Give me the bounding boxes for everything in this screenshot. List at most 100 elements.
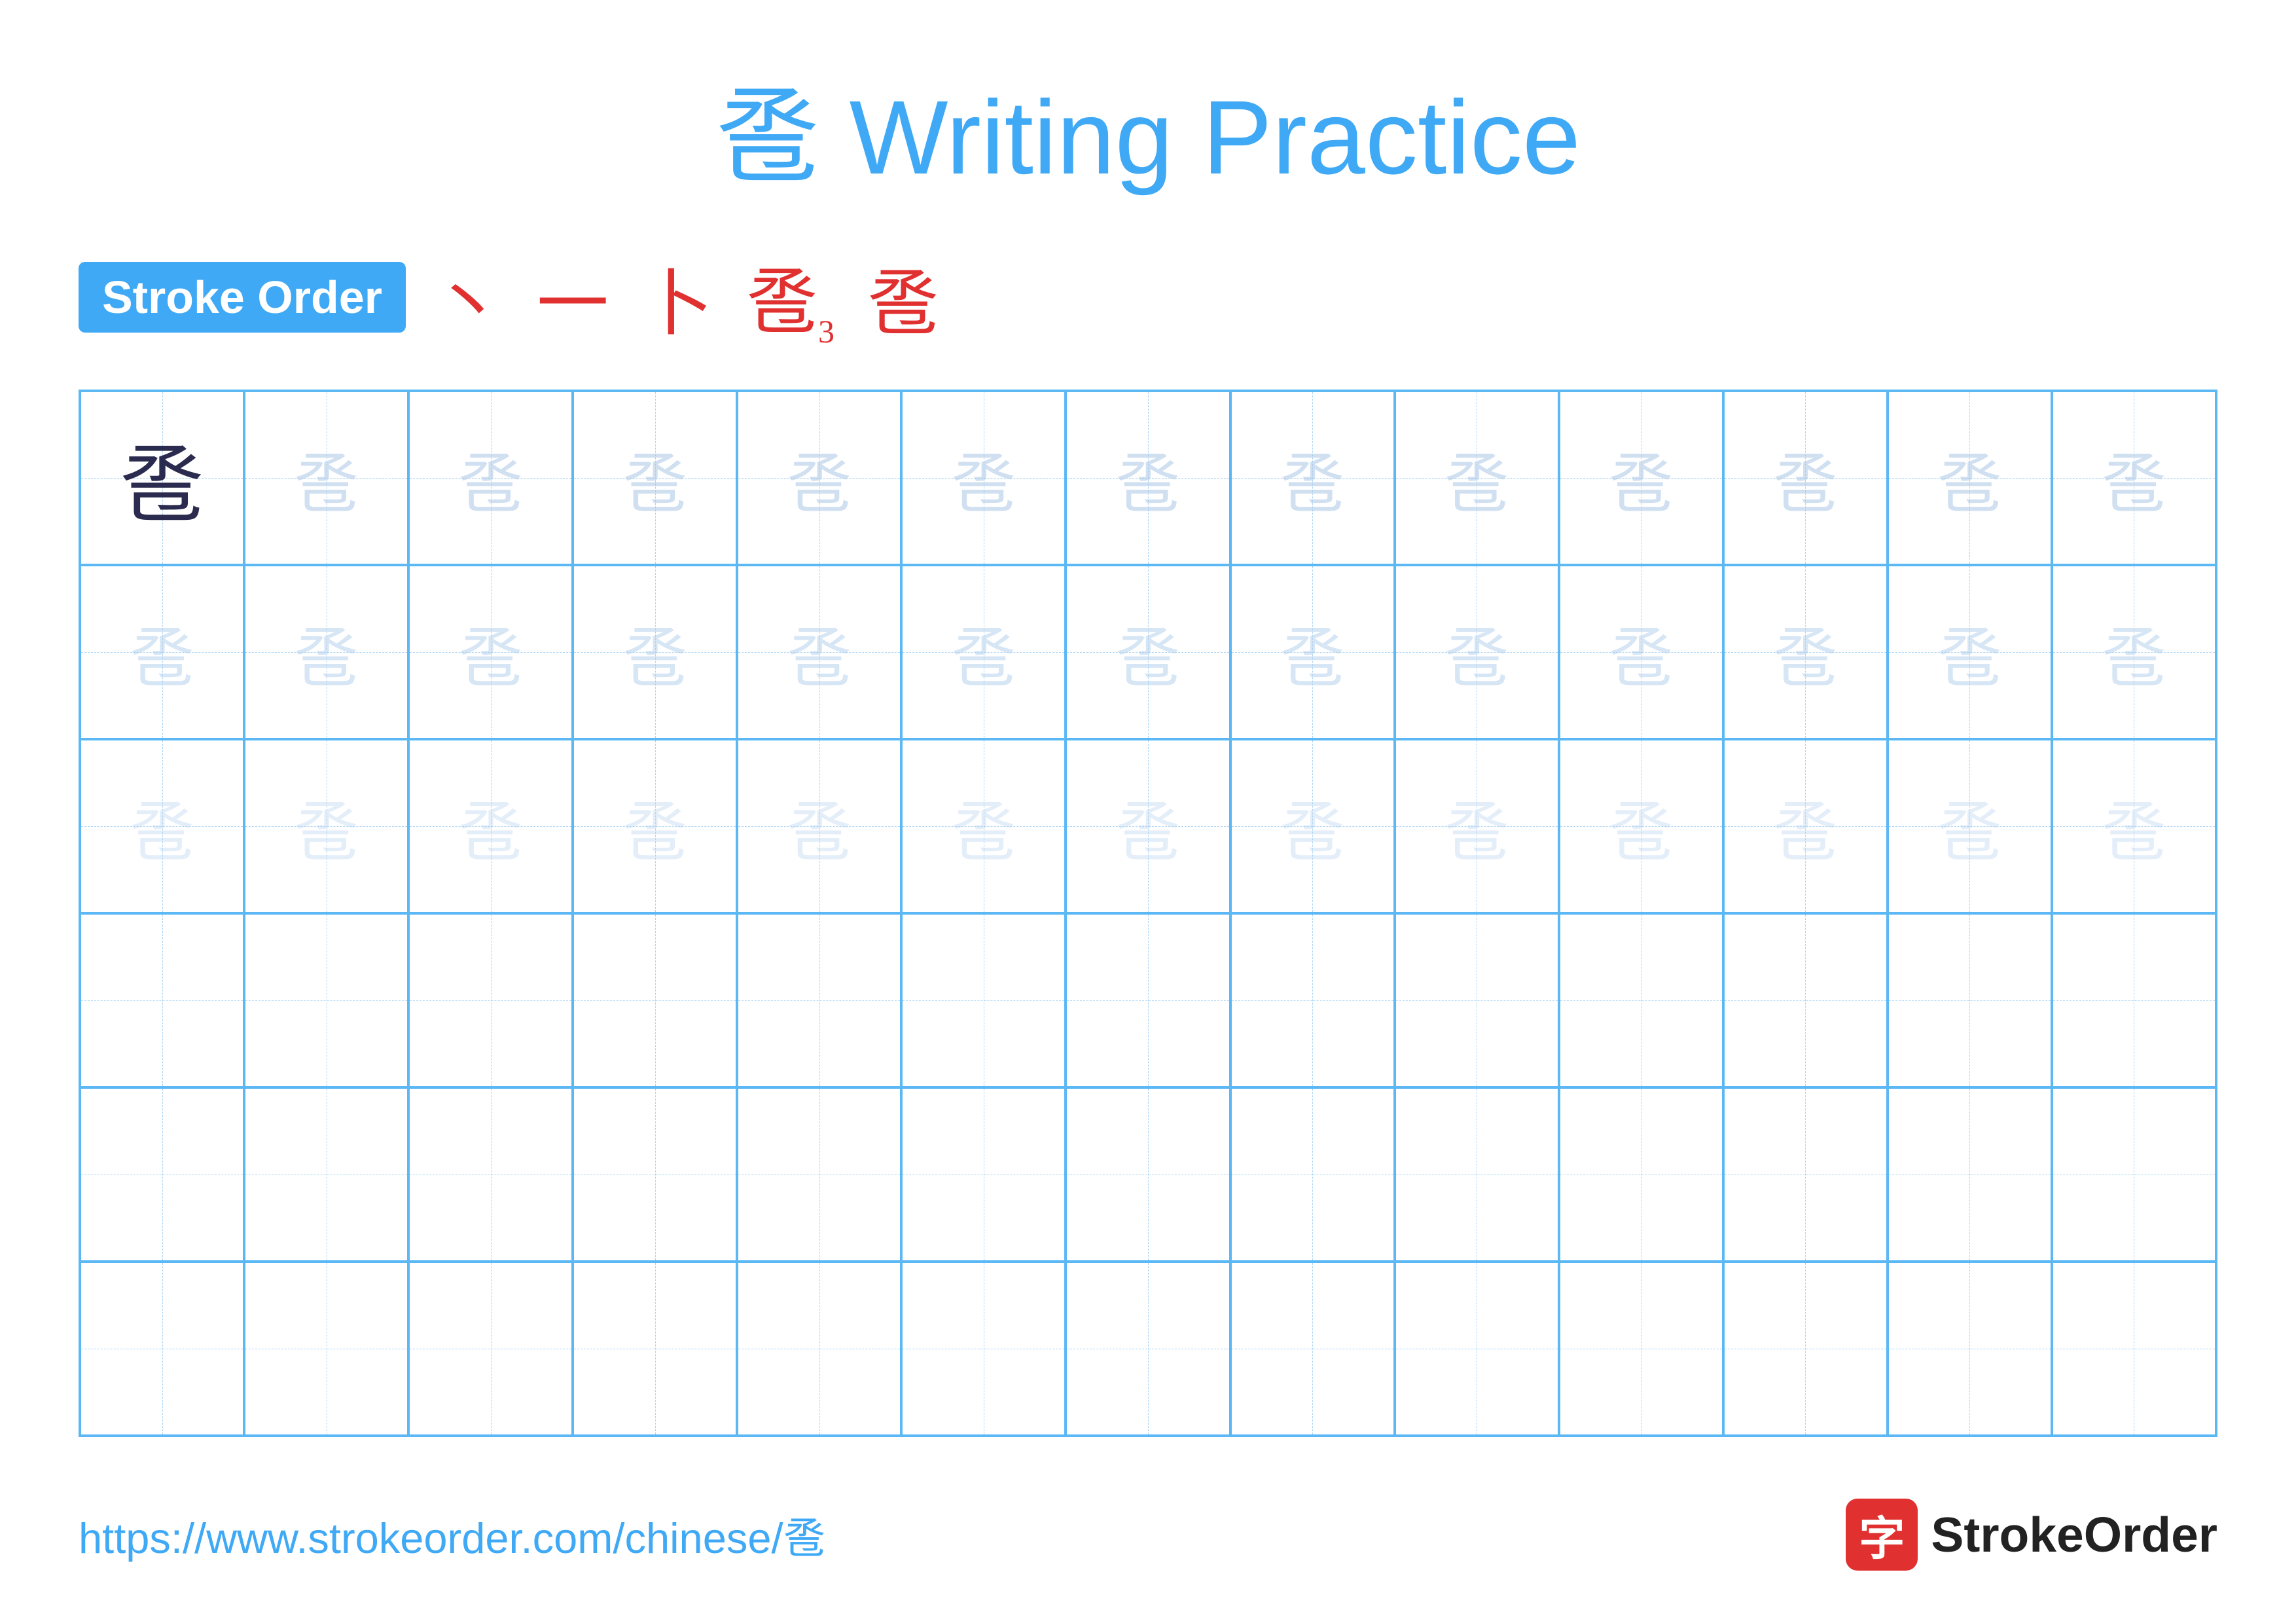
grid-cell[interactable] [244, 1087, 408, 1262]
grid-cell[interactable]: 卺 [901, 391, 1066, 565]
grid-cell[interactable] [1230, 1262, 1395, 1436]
grid-cell[interactable] [80, 1087, 244, 1262]
grid-cell[interactable]: 卺 [1066, 565, 1230, 739]
grid-cell[interactable]: 卺 [80, 565, 244, 739]
grid-cell[interactable] [573, 1262, 737, 1436]
grid-cell[interactable]: 卺 [737, 565, 901, 739]
grid-cell[interactable] [573, 913, 737, 1087]
grid-cell[interactable] [901, 1087, 1066, 1262]
grid-cell[interactable] [901, 913, 1066, 1087]
grid-cell[interactable]: 卺 [1723, 565, 1888, 739]
grid-cell[interactable] [1723, 1087, 1888, 1262]
grid-cell[interactable]: 卺 [573, 739, 737, 913]
grid-cell[interactable] [1723, 913, 1888, 1087]
ghost-char: 卺 [1115, 431, 1181, 526]
grid-cell[interactable]: 卺 [1559, 391, 1723, 565]
grid-cell[interactable] [1066, 1087, 1230, 1262]
grid-cell[interactable]: 卺 [408, 565, 573, 739]
grid-cell[interactable] [80, 1262, 244, 1436]
ghost-char: 卺 [294, 431, 359, 526]
grid-cell[interactable] [737, 1262, 901, 1436]
grid-cell[interactable] [1559, 913, 1723, 1087]
grid-cell[interactable] [737, 913, 901, 1087]
ghost-char: 卺 [787, 431, 852, 526]
grid-cell[interactable] [244, 1262, 408, 1436]
ghost-char: 卺 [1772, 605, 1838, 700]
ghost-char: 卺 [458, 779, 524, 874]
grid-cell[interactable] [1066, 1262, 1230, 1436]
ghost-char: 卺 [1937, 431, 2002, 526]
grid-cell[interactable] [2052, 1262, 2216, 1436]
ghost-char: 卺 [1444, 605, 1509, 700]
grid-cell[interactable]: 卺 [573, 391, 737, 565]
grid-cell[interactable] [1559, 1262, 1723, 1436]
grid-cell[interactable]: 卺 [901, 565, 1066, 739]
ghost-char: 卺 [1772, 779, 1838, 874]
grid-cell[interactable] [737, 1087, 901, 1262]
grid-cell[interactable]: 卺 [1230, 739, 1395, 913]
grid-cell[interactable]: 卺 [1888, 565, 2052, 739]
grid-cell[interactable]: 卺 [737, 739, 901, 913]
grid-cell[interactable] [1395, 913, 1559, 1087]
grid-cell[interactable]: 卺 [1066, 391, 1230, 565]
grid-cell[interactable]: 卺 [1395, 391, 1559, 565]
grid-cell[interactable]: 卺 [80, 739, 244, 913]
grid-cell[interactable] [408, 913, 573, 1087]
grid-cell[interactable]: 卺 [244, 739, 408, 913]
ghost-char: 卺 [2101, 431, 2166, 526]
grid-cell[interactable]: 卺 [244, 565, 408, 739]
grid-cell[interactable] [573, 1087, 737, 1262]
grid-cell[interactable]: 卺 [573, 565, 737, 739]
grid-cell[interactable] [1395, 1262, 1559, 1436]
ghost-char: 卺 [1937, 779, 2002, 874]
grid-cell[interactable]: 卺 [901, 739, 1066, 913]
logo-icon: 字 [1846, 1499, 1918, 1571]
grid-cell[interactable] [1888, 913, 2052, 1087]
grid-cell[interactable]: 卺 [408, 391, 573, 565]
grid-cell[interactable]: 卺 [1230, 391, 1395, 565]
ghost-char: 卺 [1608, 779, 1674, 874]
stroke-order-badge: Stroke Order [79, 262, 406, 333]
grid-cell[interactable]: 卺 [1230, 565, 1395, 739]
grid-cell[interactable]: 卺 [1723, 739, 1888, 913]
grid-cell[interactable]: 卺 [1395, 739, 1559, 913]
grid-cell[interactable]: 卺 [244, 391, 408, 565]
grid-cell[interactable] [1066, 913, 1230, 1087]
grid-cell[interactable] [1230, 1087, 1395, 1262]
grid-cell[interactable] [1230, 913, 1395, 1087]
footer-logo: 字 StrokeOrder [1846, 1499, 2217, 1571]
ghost-char: 卺 [2101, 779, 2166, 874]
grid-cell[interactable]: 卺 [80, 391, 244, 565]
ghost-char: 卺 [130, 605, 195, 700]
grid-cell[interactable]: 卺 [1559, 565, 1723, 739]
grid-cell[interactable] [1559, 1087, 1723, 1262]
grid-cell[interactable]: 卺 [1888, 739, 2052, 913]
grid-cell[interactable]: 卺 [2052, 565, 2216, 739]
grid-cell[interactable] [408, 1087, 573, 1262]
grid-cell[interactable]: 卺 [1888, 391, 2052, 565]
grid-cell[interactable]: 卺 [2052, 391, 2216, 565]
grid-cell[interactable] [1395, 1087, 1559, 1262]
logo-char: 字 [1859, 1502, 1905, 1568]
grid-cell[interactable]: 卺 [737, 391, 901, 565]
grid-cell[interactable]: 卺 [1066, 739, 1230, 913]
grid-cell[interactable]: 卺 [408, 739, 573, 913]
ghost-char: 卺 [951, 779, 1016, 874]
title-char: 卺 [715, 80, 820, 196]
grid-cell[interactable] [80, 913, 244, 1087]
grid-cell[interactable] [2052, 1087, 2216, 1262]
grid-cell[interactable] [1888, 1087, 2052, 1262]
ghost-char: 卺 [1937, 605, 2002, 700]
grid-cell[interactable] [901, 1262, 1066, 1436]
grid-cell[interactable] [2052, 913, 2216, 1087]
stroke-1: 丶 [432, 245, 504, 350]
grid-cell[interactable] [1723, 1262, 1888, 1436]
grid-cell[interactable] [408, 1262, 573, 1436]
grid-cell[interactable]: 卺 [1559, 739, 1723, 913]
grid-cell[interactable]: 卺 [1395, 565, 1559, 739]
grid-cell[interactable] [1888, 1262, 2052, 1436]
grid-cell[interactable] [244, 913, 408, 1087]
grid-cell[interactable]: 卺 [2052, 739, 2216, 913]
grid-cell[interactable]: 卺 [1723, 391, 1888, 565]
ghost-char: 卺 [1444, 431, 1509, 526]
